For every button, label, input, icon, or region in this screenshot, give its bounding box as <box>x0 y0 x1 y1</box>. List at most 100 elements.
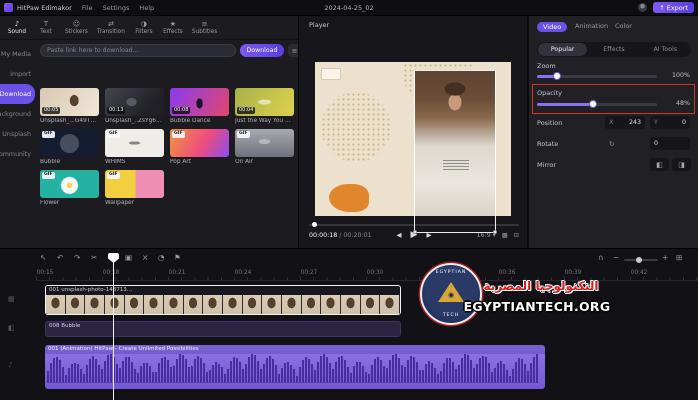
audio-clip[interactable]: 001 (Animation) HitPaw - Create Unlimite… <box>45 345 545 389</box>
video-track-icon: ▦ <box>8 295 15 303</box>
waveform-bar <box>56 356 58 383</box>
fit-timeline-button[interactable]: ⊞ <box>676 253 682 263</box>
media-card[interactable]: GIF On Air <box>235 129 294 165</box>
tab-animation[interactable]: Animation <box>575 22 608 30</box>
mirror-horizontal-button[interactable]: ◧ <box>650 158 669 171</box>
media-thumb[interactable]: 00:08 <box>170 88 229 116</box>
opacity-slider-knob[interactable] <box>589 100 597 108</box>
playhead-line[interactable] <box>113 254 114 400</box>
redo-button[interactable]: ↷ <box>74 253 80 263</box>
tab-effects[interactable]: ★ Effects <box>163 20 183 35</box>
rotate-dial-icon[interactable]: ↻ <box>609 140 614 148</box>
export-button[interactable]: ↑ Export <box>653 2 694 13</box>
ratio-select[interactable]: 16:9 ▾ <box>476 232 495 239</box>
media-card[interactable]: GIF Bubble <box>40 129 99 165</box>
menu-file[interactable]: File <box>82 4 93 12</box>
media-name: Wallpaper <box>105 200 134 206</box>
timeline-zoom-slider[interactable] <box>624 256 658 263</box>
marker-button[interactable]: ⚑ <box>174 253 181 263</box>
media-thumb[interactable]: 00:04 <box>235 88 294 116</box>
waveform-bar <box>287 362 289 383</box>
media-card[interactable]: 00:05 Unsplash_...G49Tg6r <box>40 88 99 124</box>
position-x-field[interactable]: X 243 <box>605 116 645 129</box>
clip-frame-thumb <box>144 295 165 314</box>
video-clip[interactable]: 001 unsplash-photo-148713... <box>45 285 401 315</box>
menu-settings[interactable]: Settings <box>103 4 130 12</box>
playhead-handle[interactable] <box>108 253 119 263</box>
split-button[interactable]: ✂ <box>91 253 97 263</box>
tab-transition[interactable]: ⇄ Transition <box>97 20 125 35</box>
media-thumb[interactable]: GIF <box>235 129 294 157</box>
media-card[interactable]: GIF Pop Art <box>170 129 229 165</box>
download-button[interactable]: Download <box>240 44 284 57</box>
opacity-slider[interactable] <box>537 100 657 108</box>
waveform-bar <box>383 366 385 383</box>
tab-sound[interactable]: ♪ Sound <box>7 20 27 35</box>
tab-subtitles[interactable]: ≡ Subtitles <box>192 20 217 35</box>
play-button[interactable]: ▶ <box>411 230 418 240</box>
sidebar-item-my-media[interactable]: My Media <box>0 44 35 64</box>
paste-link-input[interactable] <box>40 44 236 57</box>
grid-icon[interactable]: ▦ <box>502 232 508 239</box>
y-value: 0 <box>681 119 686 126</box>
media-thumb[interactable]: GIF <box>170 129 229 157</box>
stickers-icon: ☺ <box>72 20 81 28</box>
tab-text[interactable]: T Text <box>36 20 56 35</box>
user-avatar[interactable] <box>638 3 648 12</box>
zoom-slider-knob[interactable] <box>553 72 561 80</box>
tab-stickers[interactable]: ☺ Stickers <box>65 20 88 35</box>
media-card[interactable]: 00:08 Bubble Dance <box>170 88 229 124</box>
media-thumb[interactable]: GIF <box>40 170 99 198</box>
sidebar-item-community[interactable]: Community <box>0 144 35 164</box>
overlay-clip[interactable]: 008 Bubble <box>45 321 401 337</box>
rotate-value-field[interactable]: 0 <box>650 137 690 150</box>
zoom-slider[interactable] <box>537 72 657 80</box>
position-y-field[interactable]: Y 0 <box>650 116 690 129</box>
media-thumb[interactable]: GIF <box>105 129 164 157</box>
ruler-label: 00:30 <box>366 270 384 276</box>
photo-clip[interactable] <box>415 70 495 216</box>
subtab-ai-tools[interactable]: AI Tools <box>641 43 690 56</box>
crop-button[interactable]: ▣ <box>125 253 132 263</box>
magnet-toggle[interactable]: ∩ <box>598 253 604 263</box>
clip-frame-thumb <box>321 295 342 314</box>
subtab-effects[interactable]: Effects <box>589 43 638 56</box>
speed-button[interactable]: ◔ <box>158 253 165 263</box>
waveform-bar <box>419 369 421 383</box>
undo-button[interactable]: ↶ <box>57 253 63 263</box>
tab-filters[interactable]: ◑ Filters <box>134 20 154 35</box>
sidebar-item-background[interactable]: Background <box>0 104 35 124</box>
sidebar-item-import[interactable]: Import <box>0 64 35 84</box>
media-card[interactable]: GIF WHIMS <box>105 129 164 165</box>
media-card[interactable]: GIF Flower <box>40 170 99 206</box>
mirror-vertical-button[interactable]: ◨ <box>672 158 691 171</box>
cursor-tool-button[interactable]: ↖ <box>40 253 46 263</box>
subtab-popular[interactable]: Popular <box>538 43 588 56</box>
zoom-out-button[interactable]: − <box>613 253 619 263</box>
tab-video[interactable]: Video <box>537 22 568 32</box>
media-card[interactable]: 00:13 Unsplash_..ZsYg6BU <box>105 88 164 124</box>
menu-help[interactable]: Help <box>139 4 154 12</box>
timeline-zoom-knob[interactable] <box>636 256 642 263</box>
tab-filters-label: Filters <box>135 29 153 35</box>
fullscreen-icon[interactable]: ⊡ <box>514 232 519 239</box>
zoom-in-button[interactable]: + <box>662 253 668 263</box>
sidebar-item-unsplash[interactable]: Unsplash <box>0 124 35 144</box>
scrubber-handle[interactable] <box>312 222 317 227</box>
prev-frame-button[interactable]: ◀ <box>397 231 402 239</box>
media-thumb[interactable]: GIF <box>105 170 164 198</box>
media-card[interactable]: 00:04 Just the Way You Are <box>235 88 294 124</box>
sidebar-item-download[interactable]: Download <box>0 84 35 104</box>
tab-color[interactable]: Color <box>615 22 632 30</box>
media-card[interactable]: GIF Wallpaper <box>105 170 164 206</box>
delete-button[interactable]: × <box>142 253 148 263</box>
waveform-bar <box>98 364 100 383</box>
player-scrubber[interactable] <box>309 222 519 227</box>
next-frame-button[interactable]: ▶ <box>426 231 431 239</box>
media-thumb[interactable]: GIF <box>40 129 99 157</box>
media-thumb[interactable]: 00:05 <box>40 88 99 116</box>
media-thumb[interactable]: 00:13 <box>105 88 164 116</box>
preview-canvas[interactable] <box>315 62 511 216</box>
waveform-bar <box>524 363 526 383</box>
eye-icon: ◉ <box>447 291 455 299</box>
